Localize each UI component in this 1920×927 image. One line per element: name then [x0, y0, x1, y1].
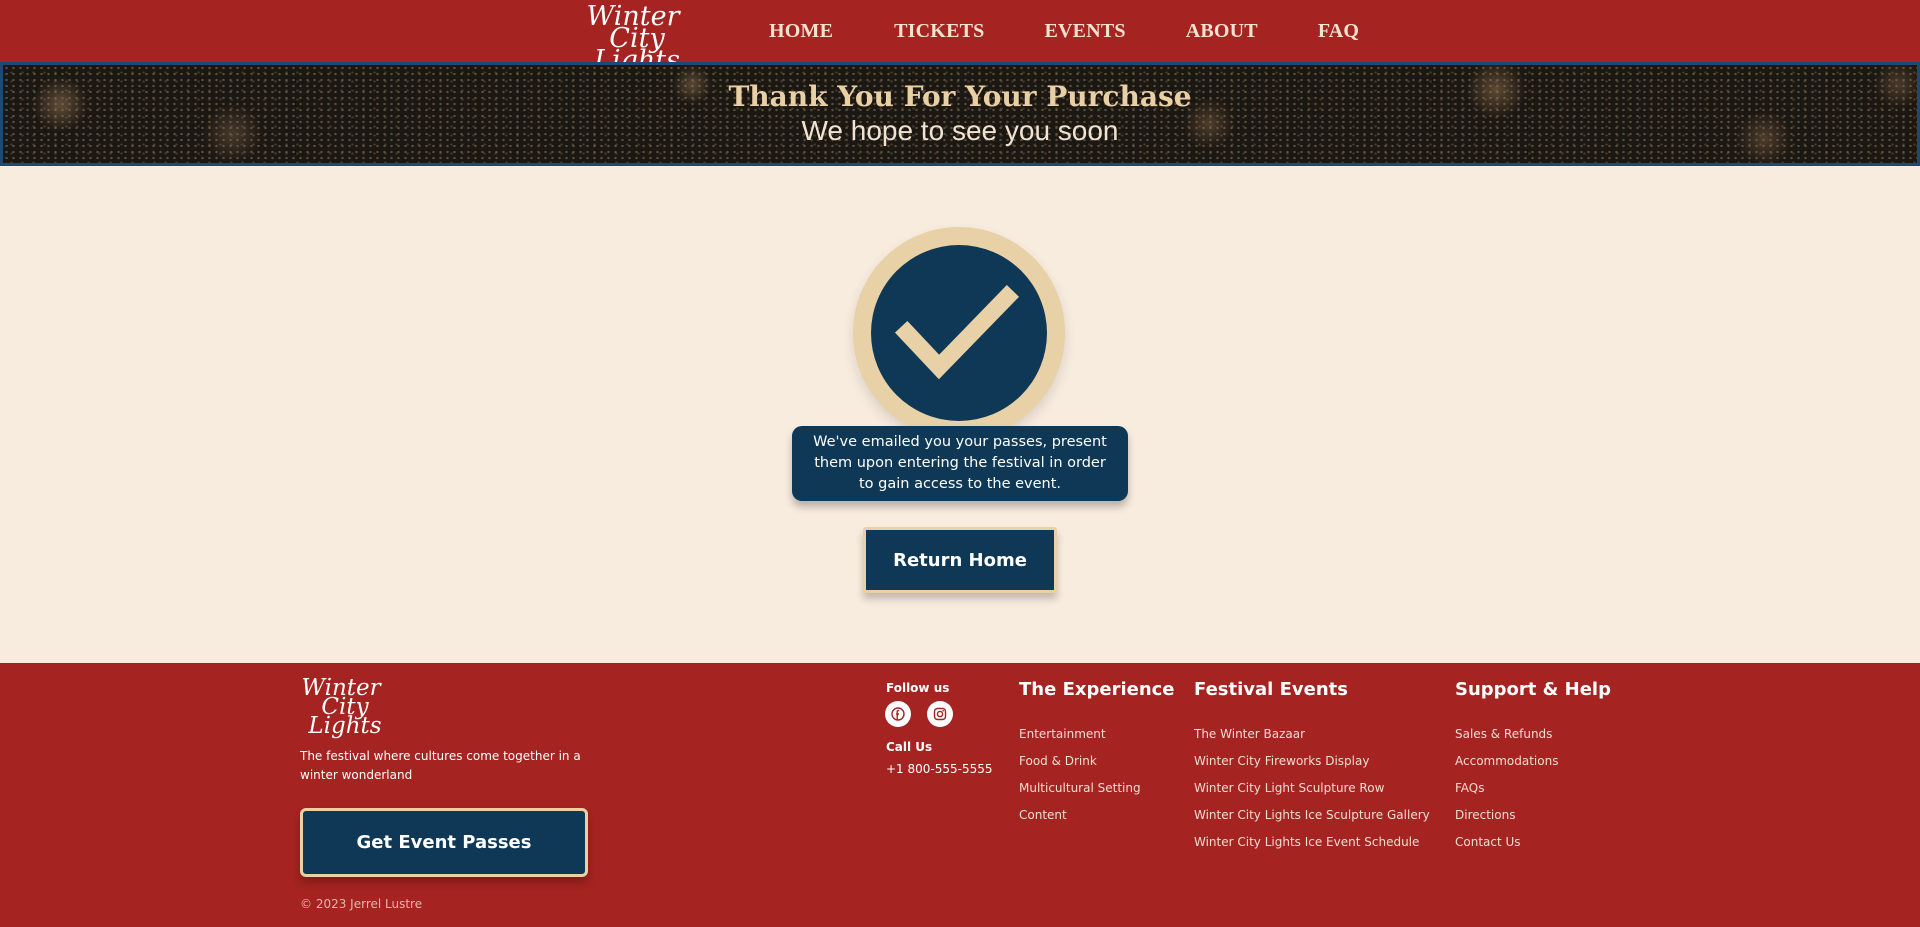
get-event-passes-button[interactable]: Get Event Passes: [300, 808, 588, 877]
footer-logo[interactable]: Winter City Lights: [298, 677, 384, 739]
copyright: © 2023 Jerrel Lustre: [300, 897, 423, 911]
nav-home[interactable]: HOME: [769, 20, 833, 43]
checkmark-icon: [894, 284, 1020, 380]
footer-link[interactable]: Accommodations: [1455, 748, 1558, 775]
footer-link[interactable]: Winter City Lights Ice Event Schedule: [1194, 829, 1430, 856]
confirmation-message: We've emailed you your passes, present t…: [792, 426, 1128, 501]
hero-banner: Thank You For Your Purchase We hope to s…: [0, 62, 1920, 166]
footer-link[interactable]: Multicultural Setting: [1019, 775, 1141, 802]
hero-subtitle: We hope to see you soon: [801, 115, 1119, 146]
festival-events-links: The Winter Bazaar Winter City Fireworks …: [1194, 721, 1430, 856]
footer-link[interactable]: Winter City Fireworks Display: [1194, 748, 1430, 775]
nav-about[interactable]: ABOUT: [1186, 20, 1258, 43]
footer-link[interactable]: Winter City Lights Ice Sculpture Gallery: [1194, 802, 1430, 829]
support-heading: Support & Help: [1455, 679, 1611, 700]
festival-events-heading: Festival Events: [1194, 679, 1348, 700]
checkmark-circle: [871, 245, 1047, 421]
instagram-icon[interactable]: [927, 701, 953, 727]
experience-links: Entertainment Food & Drink Multicultural…: [1019, 721, 1141, 829]
footer-link[interactable]: Contact Us: [1455, 829, 1558, 856]
nav-faq[interactable]: FAQ: [1318, 20, 1359, 43]
hero-title: Thank You For Your Purchase: [728, 80, 1192, 113]
follow-heading: Follow us: [886, 681, 950, 695]
footer-link[interactable]: Directions: [1455, 802, 1558, 829]
footer-link[interactable]: The Winter Bazaar: [1194, 721, 1430, 748]
nav-tickets[interactable]: TICKETS: [894, 20, 984, 43]
phone-number[interactable]: +1 800-555-5555: [886, 762, 993, 776]
nav-events[interactable]: EVENTS: [1044, 20, 1125, 43]
footer-logo-line-2: City Lights: [308, 693, 382, 739]
experience-heading: The Experience: [1019, 679, 1175, 700]
footer-link[interactable]: Winter City Light Sculpture Row: [1194, 775, 1430, 802]
footer: Winter City Lights The festival where cu…: [0, 663, 1920, 927]
call-us-heading: Call Us: [886, 740, 933, 754]
footer-link[interactable]: Content: [1019, 802, 1141, 829]
return-home-button[interactable]: Return Home: [863, 527, 1057, 593]
nav-links: HOME TICKETS EVENTS ABOUT FAQ: [740, 0, 1359, 62]
facebook-icon[interactable]: [885, 701, 911, 727]
footer-link[interactable]: Food & Drink: [1019, 748, 1141, 775]
footer-link[interactable]: FAQs: [1455, 775, 1558, 802]
success-badge: [853, 227, 1065, 439]
footer-tagline: The festival where cultures come togethe…: [300, 749, 581, 782]
top-nav: Winter City Lights HOME TICKETS EVENTS A…: [0, 0, 1920, 74]
footer-link[interactable]: Entertainment: [1019, 721, 1141, 748]
support-links: Sales & Refunds Accommodations FAQs Dire…: [1455, 721, 1558, 856]
footer-link[interactable]: Sales & Refunds: [1455, 721, 1558, 748]
